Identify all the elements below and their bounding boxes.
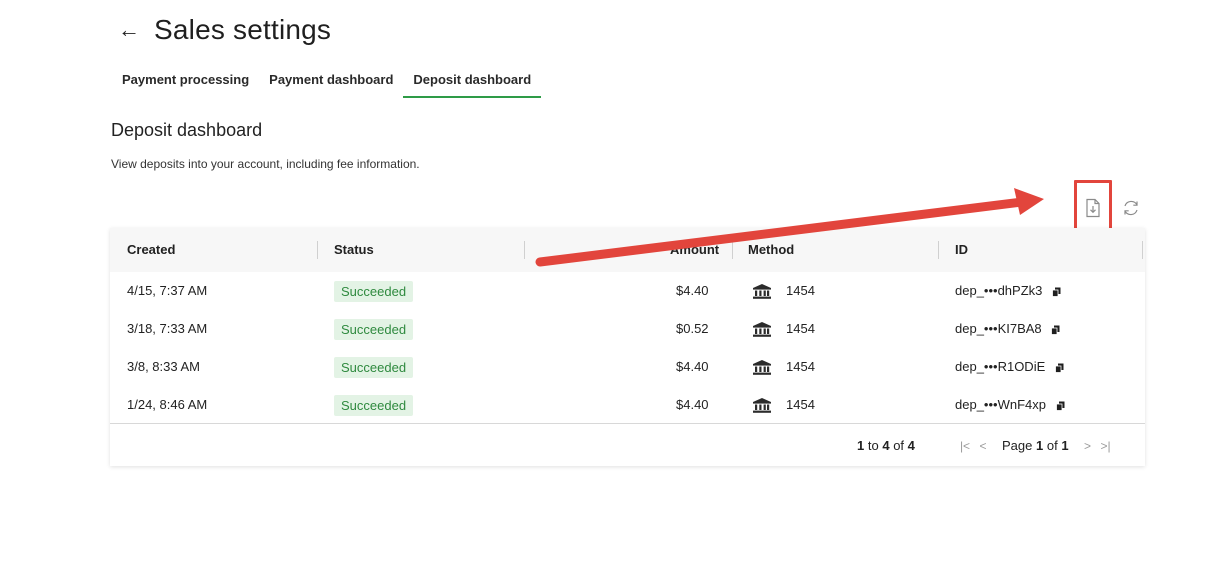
copy-icon[interactable]	[1052, 287, 1061, 297]
column-header-id[interactable]: ID	[955, 228, 968, 272]
method-last4: 1454	[786, 359, 815, 374]
status-badge: Succeeded	[334, 281, 414, 303]
last-page-icon[interactable]: >|	[1097, 439, 1115, 453]
column-header-status[interactable]: Status	[334, 228, 374, 272]
table-row[interactable]: 3/18, 7:33 AM Succeeded $0.52 1454 dep_•…	[110, 310, 1145, 348]
pager: |< < Page 1 of 1 > >|	[956, 438, 1115, 453]
copy-icon[interactable]	[1054, 363, 1064, 373]
section-description: View deposits into your account, includi…	[111, 157, 420, 171]
method-last4: 1454	[786, 321, 815, 336]
method-last4: 1454	[786, 397, 815, 412]
previous-page-icon[interactable]: <	[974, 439, 992, 453]
download-file-icon	[1086, 198, 1100, 218]
column-header-created[interactable]: Created	[127, 228, 175, 272]
table-row[interactable]: 1/24, 8:46 AM Succeeded $4.40 1454 dep_•…	[110, 386, 1145, 424]
back-arrow-icon[interactable]: ←	[118, 19, 144, 41]
table-row[interactable]: 4/15, 7:37 AM Succeeded $4.40 1454 dep_•…	[110, 272, 1145, 310]
deposit-id: dep_•••dhPZk3	[955, 283, 1043, 298]
amount-cell: $0.52	[676, 321, 709, 336]
created-cell: 3/18, 7:33 AM	[127, 321, 208, 336]
column-divider[interactable]	[732, 241, 733, 259]
column-header-amount[interactable]: Amount	[670, 228, 719, 272]
refresh-button[interactable]	[1116, 193, 1146, 223]
status-badge: Succeeded	[334, 357, 414, 379]
page-indicator: Page 1 of 1	[1002, 438, 1069, 453]
column-header-method[interactable]: Method	[748, 228, 794, 272]
created-cell: 4/15, 7:37 AM	[127, 283, 208, 298]
page-header: ← Sales settings	[118, 12, 331, 48]
bank-icon	[753, 284, 771, 299]
section-title: Deposit dashboard	[111, 120, 263, 140]
first-page-icon[interactable]: |<	[956, 439, 974, 453]
tab-payment-dashboard[interactable]: Payment dashboard	[259, 66, 403, 98]
bank-icon	[753, 322, 771, 337]
tab-deposit-dashboard[interactable]: Deposit dashboard	[403, 66, 542, 98]
deposits-table: Created Status Amount Method ID 4/15, 7:…	[110, 228, 1145, 466]
column-divider[interactable]	[1142, 241, 1143, 259]
deposit-id: dep_•••WnF4xp	[955, 397, 1046, 412]
copy-icon[interactable]	[1055, 401, 1065, 411]
method-last4: 1454	[786, 283, 815, 298]
amount-cell: $4.40	[676, 283, 709, 298]
tab-payment-processing[interactable]: Payment processing	[112, 66, 259, 98]
row-range-summary: 1 to 4 of 4	[857, 438, 915, 453]
status-badge: Succeeded	[334, 395, 414, 417]
table-header: Created Status Amount Method ID	[110, 228, 1145, 272]
created-cell: 3/8, 8:33 AM	[127, 359, 200, 374]
status-badge: Succeeded	[334, 319, 414, 341]
refresh-icon	[1124, 200, 1138, 216]
tab-bar: Payment processing Payment dashboard Dep…	[112, 66, 542, 98]
column-divider[interactable]	[317, 241, 318, 259]
created-cell: 1/24, 8:46 AM	[127, 397, 208, 412]
copy-icon[interactable]	[1051, 325, 1060, 335]
bank-icon	[753, 398, 771, 413]
column-divider[interactable]	[524, 241, 525, 259]
deposit-id: dep_•••R1ODiE	[955, 359, 1046, 374]
amount-cell: $4.40	[676, 397, 709, 412]
next-page-icon[interactable]: >	[1079, 439, 1097, 453]
page-title: Sales settings	[154, 14, 332, 45]
amount-cell: $4.40	[676, 359, 709, 374]
table-row[interactable]: 3/8, 8:33 AM Succeeded $4.40 1454 dep_••…	[110, 348, 1145, 386]
bank-icon	[753, 360, 771, 375]
deposit-id: dep_•••KI7BA8	[955, 321, 1042, 336]
pagination-bar: 1 to 4 of 4 |< < Page 1 of 1 > >|	[110, 423, 1145, 466]
column-divider[interactable]	[938, 241, 939, 259]
